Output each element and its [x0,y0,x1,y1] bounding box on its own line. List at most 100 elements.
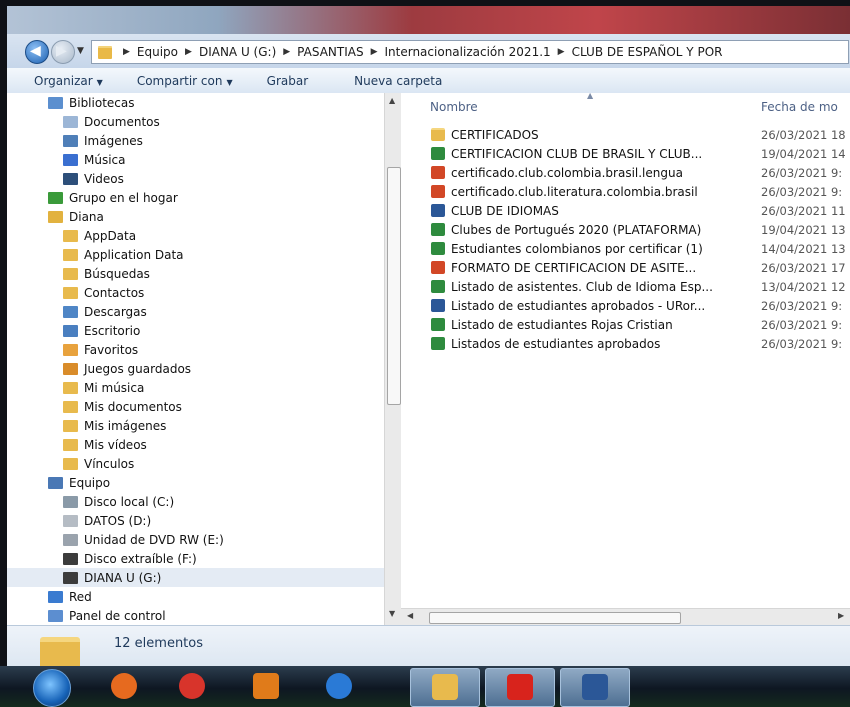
breadcrumb-separator-icon[interactable]: ▶ [123,47,130,57]
file-row[interactable]: Listado de estudiantes aprobados - URor.… [431,296,705,315]
share-menu-button[interactable]: Compartir con ▼ [127,74,243,88]
nav-tree-item[interactable]: Mi música [63,378,144,397]
nav-tree-label: Escritorio [84,323,141,338]
nav-tree-label: AppData [84,228,137,243]
address-bar[interactable]: ▶ Equipo ▶ DIANA U (G:) ▶ PASANTIAS ▶ In… [91,40,849,64]
user-folder-icon [48,210,63,223]
file-list-horizontal-scrollbar[interactable]: ◀ ▶ [401,608,850,626]
file-date: 19/04/2021 13 [761,222,846,237]
nav-tree-item[interactable]: DATOS (D:) [63,511,151,530]
file-row[interactable]: CERTIFICADOS [431,125,539,144]
file-row[interactable]: Listado de asistentes. Club de Idioma Es… [431,277,713,296]
file-date: 26/03/2021 9: [761,165,843,180]
breadcrumb-club[interactable]: CLUB DE ESPAÑOL Y POR [572,45,723,59]
nav-tree-item[interactable]: Búsquedas [63,264,150,283]
nav-tree-item[interactable]: Favoritos [63,340,138,359]
file-row[interactable]: Clubes de Portugués 2020 (PLATAFORMA) [431,220,701,239]
column-header-name[interactable]: Nombre [430,93,478,121]
nav-tree-item[interactable]: Diana [48,207,104,226]
taskbar-media-button[interactable] [240,668,292,705]
file-name: CLUB DE IDIOMAS [451,203,559,218]
burn-button[interactable]: Grabar [257,74,319,88]
nav-tree-item[interactable]: Documentos [63,112,160,131]
nav-tree-item[interactable]: Disco extraíble (F:) [63,549,197,568]
navigation-pane-scrollbar[interactable]: ▲ ▼ [384,93,402,625]
file-name: Listado de estudiantes aprobados - URor.… [451,298,706,313]
breadcrumb-separator-icon[interactable]: ▶ [558,47,565,57]
title-bar[interactable] [7,6,850,34]
scroll-down-arrow-icon[interactable]: ▼ [389,609,395,618]
nav-tree-label: Bibliotecas [69,95,135,110]
nav-tree-item[interactable]: Red [48,587,92,606]
nav-tree-label: Grupo en el hogar [69,190,178,205]
nav-tree-item[interactable]: Disco local (C:) [63,492,174,511]
nav-tree-item[interactable]: AppData [63,226,136,245]
start-button[interactable] [33,669,71,707]
nav-tree-item[interactable]: Música [63,150,126,169]
nav-tree-label: Red [69,589,92,604]
scroll-up-arrow-icon[interactable]: ▲ [389,96,395,105]
organize-menu-button[interactable]: Organizar ▼ [24,74,113,88]
navigation-pane: Bibliotecas Documentos Imágenes Música Video… [7,93,390,625]
scroll-right-arrow-icon[interactable]: ▶ [838,611,844,620]
nav-tree-item[interactable]: DIANA U (G:) [7,568,384,587]
nav-tree-label: Mis documentos [84,399,182,414]
excel-file-icon [431,280,445,293]
screenshot-frame: ◀ ▶ ▼ ▶ Equipo ▶ DIANA U (G:) ▶ PASANTIA… [0,0,850,707]
file-row[interactable]: certificado.club.colombia.brasil.lengua [431,163,683,182]
saved-games-icon [63,362,78,375]
nav-tree-item[interactable]: Vínculos [63,454,134,473]
acrobat-icon [507,674,533,700]
nav-tree-item[interactable]: Mis imágenes [63,416,166,435]
nav-tree-item[interactable]: Unidad de DVD RW (E:) [63,530,224,549]
file-row[interactable]: FORMATO DE CERTIFICACION DE ASITE... [431,258,696,277]
file-row[interactable]: CLUB DE IDIOMAS [431,201,559,220]
taskbar-ie-button[interactable] [313,668,365,705]
file-row[interactable]: Listados de estudiantes aprobados [431,334,660,353]
back-button[interactable]: ◀ [25,40,49,64]
nav-tree-label: Música [84,152,126,167]
file-row[interactable]: CERTIFICACION CLUB DE BRASIL Y CLUB... [431,144,702,163]
file-date: 26/03/2021 9: [761,298,843,313]
breadcrumb-internacionalizacion[interactable]: Internacionalización 2021.1 [385,45,551,59]
recent-pages-dropdown-icon[interactable]: ▼ [77,46,84,56]
nav-tree-item[interactable]: Bibliotecas [48,93,134,112]
column-header-date[interactable]: Fecha de mo [761,93,838,121]
new-folder-button[interactable]: Nueva carpeta [344,74,452,88]
nav-tree-item[interactable]: Descargas [63,302,147,321]
taskbar-acrobat-button[interactable] [485,668,555,707]
nav-tree-item[interactable]: Panel de control [48,606,166,625]
taskbar-word-button[interactable] [560,668,630,707]
file-row[interactable]: Listado de estudiantes Rojas Cristian [431,315,673,334]
breadcrumb-separator-icon[interactable]: ▶ [371,47,378,57]
taskbar-firefox-button[interactable] [98,668,150,705]
taskbar-explorer-button[interactable] [410,668,480,707]
taskbar-chrome-button[interactable] [166,668,218,705]
nav-tree-item[interactable]: Mis vídeos [63,435,147,454]
breadcrumb-pasantias[interactable]: PASANTIAS [297,45,363,59]
details-pane: 12 elementos [7,625,850,666]
scrollbar-thumb[interactable] [387,167,401,405]
libraries-icon [48,96,63,109]
folder-icon [63,248,78,261]
nav-tree-item[interactable]: Contactos [63,283,144,302]
scrollbar-thumb[interactable] [429,612,681,624]
file-date: 26/03/2021 18 [761,127,846,142]
nav-tree-item[interactable]: Imágenes [63,131,143,150]
nav-tree-item[interactable]: Escritorio [63,321,140,340]
file-row[interactable]: Estudiantes colombianos por certificar (… [431,239,703,258]
nav-tree-item[interactable]: Equipo [48,473,110,492]
scroll-left-arrow-icon[interactable]: ◀ [407,611,413,620]
file-row[interactable]: certificado.club.literatura.colombia.bra… [431,182,698,201]
nav-tree-item[interactable]: Videos [63,169,124,188]
nav-tree-item[interactable]: Application Data [63,245,184,264]
breadcrumb-separator-icon[interactable]: ▶ [185,47,192,57]
breadcrumb-separator-icon[interactable]: ▶ [283,47,290,57]
nav-tree-item[interactable]: Juegos guardados [63,359,191,378]
nav-tree-item[interactable]: Grupo en el hogar [48,188,178,207]
nav-tree-item[interactable]: Mis documentos [63,397,182,416]
breadcrumb-drive[interactable]: DIANA U (G:) [199,45,276,59]
breadcrumb-equipo[interactable]: Equipo [137,45,178,59]
file-name: Clubes de Portugués 2020 (PLATAFORMA) [451,222,702,237]
forward-button[interactable]: ▶ [51,40,75,64]
